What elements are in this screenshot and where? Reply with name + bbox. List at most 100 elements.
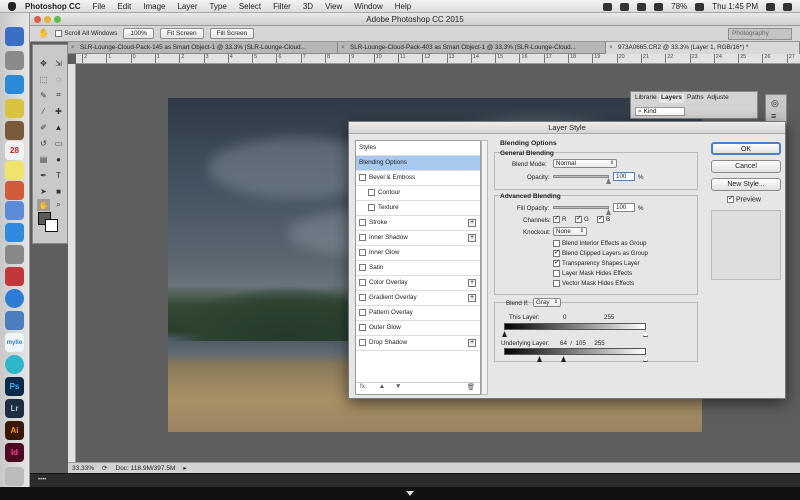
inner-glow-checkbox[interactable]: [359, 248, 366, 256]
blend-mode-select[interactable]: Normal ⇕: [553, 159, 617, 168]
drop-shadow-checkbox[interactable]: [359, 338, 366, 346]
move-up-icon[interactable]: ▲: [379, 383, 385, 390]
shape-tool-icon[interactable]: ■: [52, 185, 65, 197]
texture-checkbox[interactable]: [368, 203, 375, 211]
tab-document-3[interactable]: × 973A0665.CR2 @ 33.3% (Layer 1, RGB/16*)…: [606, 42, 800, 54]
fx-icon[interactable]: fx.: [360, 383, 367, 390]
opacity-input[interactable]: 100: [613, 172, 635, 181]
gradient-tool-icon[interactable]: ▤: [37, 153, 50, 165]
new-style-button[interactable]: New Style...: [711, 178, 781, 191]
contour-checkbox[interactable]: [368, 188, 375, 196]
contacts-icon[interactable]: [5, 121, 24, 140]
battery-icon[interactable]: [695, 2, 705, 11]
tab-libraries[interactable]: Librarie: [633, 94, 659, 103]
style-gradient-overlay[interactable]: Gradient Overlay +: [356, 291, 480, 306]
preview-checkbox[interactable]: Preview: [727, 194, 761, 203]
styles-scrollbar[interactable]: [481, 140, 488, 395]
menu-app-name[interactable]: Photoshop CC: [25, 2, 81, 11]
style-inner-shadow[interactable]: Inner Shadow +: [356, 231, 480, 246]
trash-icon[interactable]: [5, 467, 24, 486]
zoom-tool-icon[interactable]: ⌕: [52, 199, 65, 211]
trash-icon[interactable]: 🗑: [467, 383, 475, 391]
messages-icon[interactable]: [5, 201, 24, 220]
minimize-window-button[interactable]: [44, 16, 51, 23]
menu-type[interactable]: Type: [209, 2, 226, 11]
add-inner-shadow-icon[interactable]: +: [468, 234, 476, 242]
tab-document-2[interactable]: × SLR-Lounge-Cloud-Pack-403 as Smart Obje…: [338, 42, 606, 54]
calendar-icon[interactable]: 28: [5, 141, 24, 160]
hand-tool-button-icon[interactable]: ✋: [37, 199, 50, 211]
marquee-tool-icon[interactable]: ⬚: [37, 73, 50, 85]
chrome-icon[interactable]: [5, 99, 24, 118]
satin-checkbox[interactable]: [359, 263, 366, 271]
zoom-window-button[interactable]: [54, 16, 61, 23]
safari-icon[interactable]: [5, 75, 24, 94]
mylio-icon[interactable]: mylio: [5, 333, 24, 352]
finder-icon[interactable]: [5, 27, 24, 46]
path-select-icon[interactable]: ➤: [37, 185, 50, 197]
channel-r-checkbox[interactable]: R: [553, 214, 566, 223]
appstore-icon[interactable]: [5, 223, 24, 242]
share-icon[interactable]: ⟳: [102, 464, 107, 472]
add-gradient-overlay-icon[interactable]: +: [468, 294, 476, 302]
settings-icon[interactable]: [5, 245, 24, 264]
display-icon[interactable]: [5, 311, 24, 330]
stamp-tool-icon[interactable]: ▲: [52, 121, 65, 133]
sync-icon[interactable]: [5, 289, 24, 308]
volume-icon[interactable]: [654, 2, 664, 11]
lightroom-icon[interactable]: Lr: [5, 399, 24, 418]
wifi-icon[interactable]: [637, 2, 647, 11]
clock[interactable]: Thu 1:45 PM: [712, 2, 758, 11]
menu-file[interactable]: File: [93, 2, 106, 11]
indesign-icon[interactable]: Id: [5, 443, 24, 462]
cloud-icon[interactable]: [620, 2, 630, 11]
fill-opacity-slider[interactable]: [553, 206, 609, 209]
menu-window[interactable]: Window: [354, 2, 382, 11]
close-tab-icon[interactable]: ×: [609, 42, 613, 54]
tab-document-1[interactable]: × SLR-Lounge-Cloud-Pack-145 as Smart Obje…: [68, 42, 338, 54]
menu-view[interactable]: View: [325, 2, 342, 11]
style-outer-glow[interactable]: Outer Glow: [356, 321, 480, 336]
history-brush-icon[interactable]: ↺: [37, 137, 50, 149]
grip-icon[interactable]: ••••: [38, 477, 46, 483]
style-styles[interactable]: Styles: [356, 141, 480, 156]
style-bevel-emboss[interactable]: Bevel & Emboss: [356, 171, 480, 186]
fit-screen-button[interactable]: Fit Screen: [159, 28, 204, 39]
move-down-icon[interactable]: ▼: [395, 383, 401, 390]
style-contour[interactable]: Contour: [356, 186, 480, 201]
close-tab-icon[interactable]: ×: [71, 42, 75, 54]
style-texture[interactable]: Texture: [356, 201, 480, 216]
menu-select[interactable]: Select: [239, 2, 261, 11]
style-inner-glow[interactable]: Inner Glow: [356, 246, 480, 261]
kind-filter[interactable]: ⌕ Kind: [635, 107, 685, 116]
this-layer-gradient[interactable]: [504, 323, 646, 330]
zoom-level[interactable]: 33.33%: [72, 465, 94, 472]
pattern-overlay-checkbox[interactable]: [359, 308, 366, 316]
vector-mask-hides-checkbox[interactable]: Vector Mask Hides Effects: [553, 280, 634, 287]
crop-tool-icon[interactable]: ⌗: [52, 89, 65, 101]
quick-select-tool-icon[interactable]: ✎: [37, 89, 50, 101]
dropbox-icon[interactable]: [603, 2, 613, 11]
workspace-select[interactable]: Photography: [728, 28, 792, 40]
close-window-button[interactable]: [34, 16, 41, 23]
type-tool-icon[interactable]: T: [52, 169, 65, 181]
layers-icon[interactable]: ≡: [771, 111, 776, 121]
gradient-overlay-checkbox[interactable]: [359, 293, 366, 301]
artboard-tool-icon[interactable]: ⇲: [52, 57, 65, 69]
eraser-tool-icon[interactable]: ▭: [52, 137, 65, 149]
tab-layers[interactable]: Layers: [659, 94, 684, 103]
close-tab-icon[interactable]: ×: [341, 42, 345, 54]
style-drop-shadow[interactable]: Drop Shadow +: [356, 336, 480, 351]
brush-tool-icon[interactable]: ✐: [37, 121, 50, 133]
pen-tool-icon[interactable]: ✒: [37, 169, 50, 181]
search-icon[interactable]: [766, 2, 775, 11]
tab-paths[interactable]: Paths: [685, 94, 706, 103]
background-color-swatch[interactable]: [45, 219, 58, 232]
lasso-tool-icon[interactable]: ◌: [52, 73, 65, 85]
photoshop-icon[interactable]: Ps: [5, 377, 24, 396]
blend-if-select[interactable]: Gray ⇕: [533, 298, 561, 307]
music-icon[interactable]: [5, 267, 24, 286]
ok-button[interactable]: OK: [711, 142, 781, 155]
swirl-icon[interactable]: ◎: [771, 98, 779, 109]
blend-clipped-checkbox[interactable]: Blend Clipped Layers as Group: [553, 248, 648, 257]
